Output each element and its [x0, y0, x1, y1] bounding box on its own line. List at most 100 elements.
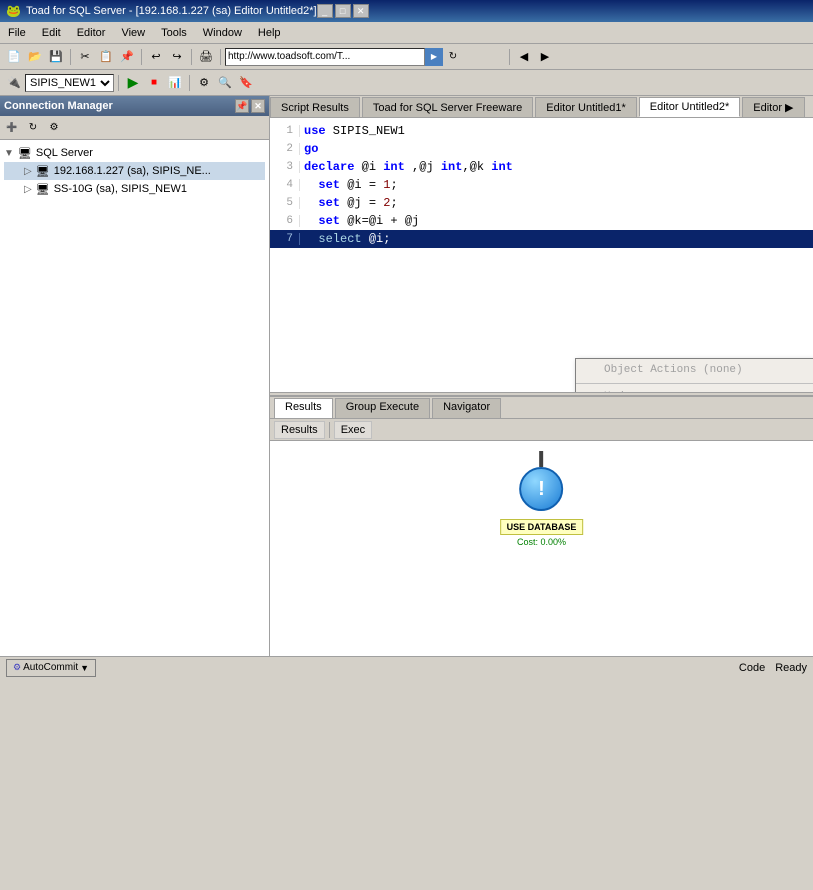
back-btn[interactable]: ◀ — [514, 48, 534, 66]
plan-node-cost: Cost: 0.00% — [517, 537, 566, 547]
panel-pin-btn[interactable]: 📌 — [235, 99, 249, 113]
app-icon: 🐸 — [6, 4, 21, 18]
connection-dropdown[interactable]: SIPIS_NEW1 — [25, 74, 114, 92]
sep5 — [509, 49, 510, 65]
server2-label: SS-10G (sa), SIPIS_NEW1 — [54, 183, 187, 195]
undo-btn[interactable]: ↩ — [146, 48, 166, 66]
menu-file[interactable]: File — [0, 25, 34, 41]
redo-btn[interactable]: ↪ — [167, 48, 187, 66]
menu-tools[interactable]: Tools — [153, 25, 195, 41]
connection-tree: ▼ 🖥 SQL Server ▷ 🖥 192.168.1.227 (sa), S… — [0, 140, 269, 656]
refresh-btn[interactable]: ↻ — [443, 48, 463, 66]
server1-icon: 🖥 — [35, 163, 51, 179]
format-btn[interactable]: ⚙ — [194, 74, 214, 92]
tab-editor1[interactable]: Editor Untitled1* — [535, 97, 637, 117]
menu-window[interactable]: Window — [195, 25, 250, 41]
menu-view[interactable]: View — [113, 25, 153, 41]
find-btn[interactable]: 🔍 — [215, 74, 235, 92]
title-bar-text: Toad for SQL Server - [192.168.1.227 (sa… — [26, 5, 317, 17]
cut-btn[interactable]: ✂ — [75, 48, 95, 66]
tree-item-sqlserver[interactable]: ▼ 🖥 SQL Server — [4, 144, 265, 162]
tab-script-results[interactable]: Script Results — [270, 97, 360, 117]
go-button[interactable]: ▶ — [425, 48, 443, 66]
sep6 — [118, 75, 119, 91]
result-label-exec: Exec — [334, 421, 372, 439]
status-right: Code Ready — [739, 662, 807, 674]
tab-results[interactable]: Results — [274, 398, 333, 418]
code-line-7: 7 select @i; — [270, 230, 813, 248]
stop-btn[interactable]: ■ — [144, 74, 164, 92]
maximize-button[interactable]: □ — [335, 4, 351, 18]
code-line-3: 3 declare @i int ,@j int,@k int — [270, 158, 813, 176]
address-bar: ▶ ↻ — [225, 48, 505, 66]
panel-close-btn[interactable]: ✕ — [251, 99, 265, 113]
autocommit-label: AutoCommit — [23, 662, 78, 673]
paste-btn[interactable]: 📌 — [117, 48, 137, 66]
code-editor[interactable]: 1 use SIPIS_NEW1 2 go 3 declare @i int ,… — [270, 118, 813, 392]
url-input[interactable] — [225, 48, 425, 66]
tree-item-server1[interactable]: ▷ 🖥 192.168.1.227 (sa), SIPIS_NE... — [4, 162, 265, 180]
bottom-area: Results Group Execute Navigator Results … — [270, 396, 813, 656]
title-bar: 🐸 Toad for SQL Server - [192.168.1.227 (… — [0, 0, 813, 22]
autocommit-icon: ⚙ — [13, 662, 21, 673]
result-label-results: Results — [274, 421, 325, 439]
plan-node-container: ! USE DATABASE Cost: 0.00% — [500, 467, 584, 547]
print-btn[interactable]: 🖨 — [196, 48, 216, 66]
autocommit-button[interactable]: ⚙ AutoCommit ▼ — [6, 659, 96, 677]
code-line-2: 2 go — [270, 140, 813, 158]
tab-bar: Script Results Toad for SQL Server Freew… — [270, 96, 813, 118]
sep2 — [141, 49, 142, 65]
bottom-tab-bar: Results Group Execute Navigator — [270, 397, 813, 419]
plan-node-label: USE DATABASE — [500, 519, 584, 535]
conn-refresh-btn[interactable]: ↻ — [23, 119, 43, 137]
new-button[interactable]: 📄 — [4, 48, 24, 66]
tab-freeware[interactable]: Toad for SQL Server Freeware — [362, 97, 533, 117]
ctx-undo[interactable]: ↩ Undo — [576, 386, 813, 392]
undo-icon: ↩ — [582, 389, 600, 392]
menu-editor[interactable]: Editor — [69, 25, 114, 41]
plan-node-icon: ! — [519, 467, 563, 511]
conn-panel-title: Connection Manager — [4, 100, 113, 112]
conn-settings-btn[interactable]: ⚙ — [44, 119, 64, 137]
tree-item-server2[interactable]: ▷ 🖥 SS-10G (sa), SIPIS_NEW1 — [4, 180, 265, 198]
result-toolbar: Results Exec — [270, 419, 813, 441]
context-menu: Object Actions (none) ▶ ↩ Undo ↪ Redo — [575, 358, 813, 392]
window-controls: _ □ ✕ — [317, 4, 369, 18]
plan-line-top — [539, 451, 543, 467]
forward-btn[interactable]: ▶ — [535, 48, 555, 66]
sep-1 — [576, 383, 813, 384]
open-button[interactable]: 📂 — [25, 48, 45, 66]
tab-navigator[interactable]: Navigator — [432, 398, 501, 418]
sep3 — [191, 49, 192, 65]
editor-area: Script Results Toad for SQL Server Freew… — [270, 96, 813, 656]
tab-overflow[interactable]: Editor ▶ — [742, 97, 804, 117]
code-line-5: 5 set @j = 2; — [270, 194, 813, 212]
object-actions-icon — [582, 362, 600, 378]
bookmark-btn[interactable]: 🔖 — [236, 74, 256, 92]
status-left: ⚙ AutoCommit ▼ — [6, 659, 96, 677]
copy-btn[interactable]: 📋 — [96, 48, 116, 66]
explain-btn[interactable]: 📊 — [165, 74, 185, 92]
ctx-object-actions[interactable]: Object Actions (none) ▶ — [576, 359, 813, 381]
execute-btn[interactable]: ▶ — [123, 74, 143, 92]
code-lines: 1 use SIPIS_NEW1 2 go 3 declare @i int ,… — [270, 118, 813, 252]
minimize-button[interactable]: _ — [317, 4, 333, 18]
close-button[interactable]: ✕ — [353, 4, 369, 18]
menu-edit[interactable]: Edit — [34, 25, 69, 41]
tab-group-execute[interactable]: Group Execute — [335, 398, 430, 418]
menu-help[interactable]: Help — [250, 25, 289, 41]
result-toolbar-sep — [329, 422, 330, 438]
save-button[interactable]: 💾 — [46, 48, 66, 66]
sep4 — [220, 49, 221, 65]
toolbar-db: 🔌 SIPIS_NEW1 ▶ ■ 📊 ⚙ 🔍 🔖 — [0, 70, 813, 96]
connection-manager-panel: Connection Manager 📌 ✕ ➕ ↻ ⚙ ▼ 🖥 SQL Ser… — [0, 96, 270, 656]
connect-btn[interactable]: 🔌 — [4, 74, 24, 92]
code-line-6: 6 set @k=@i + @j — [270, 212, 813, 230]
tab-editor2[interactable]: Editor Untitled2* — [639, 97, 741, 117]
sqlserver-label: SQL Server — [36, 147, 93, 159]
conn-add-btn[interactable]: ➕ — [2, 119, 22, 137]
menu-bar: File Edit Editor View Tools Window Help — [0, 22, 813, 44]
conn-panel-toolbar: ➕ ↻ ⚙ — [0, 116, 269, 140]
code-line-4: 4 set @i = 1; — [270, 176, 813, 194]
sep1 — [70, 49, 71, 65]
